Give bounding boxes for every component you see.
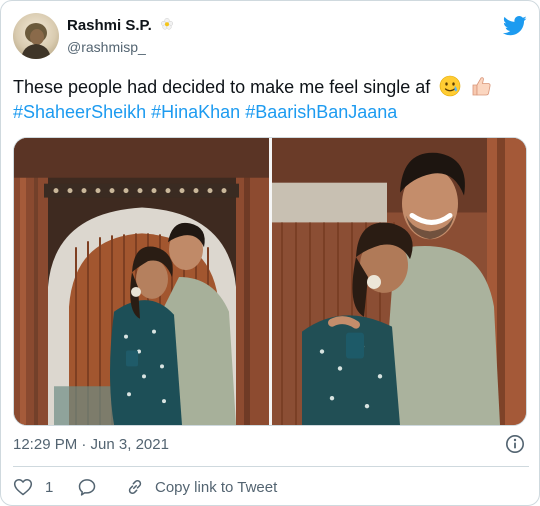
link-icon [128,479,142,495]
avatar[interactable] [13,13,59,59]
heart-icon [13,479,33,496]
copy-link-label: Copy link to Tweet [155,478,278,496]
tweet-card: Rashmi S.P. @rashmisp_ These people had … [0,0,540,506]
hashtag-link[interactable]: #HinaKhan [151,102,240,122]
reply-icon [78,479,96,496]
tweet-photo[interactable] [14,138,269,425]
crying-smile-emoji [439,75,461,103]
reply-button[interactable] [77,477,97,497]
tweet-actions: 1 Copy link to Tweet [13,477,529,499]
twitter-bird-icon[interactable] [503,16,527,36]
hashtag-link[interactable]: #ShaheerSheikh [13,102,146,122]
flower-icon [160,17,174,35]
author-name[interactable]: Rashmi S.P. [67,17,174,35]
like-button[interactable]: 1 [13,477,53,497]
author-name-text: Rashmi S.P. [67,17,152,34]
tweet-text-content: These people had decided to make me feel… [13,77,431,97]
media-grid [13,137,527,426]
thumbs-up-emoji [470,75,492,103]
tweet-photo[interactable] [272,138,527,425]
hashtag-line: #ShaheerSheikh #HinaKhan #BaarishBanJaana [13,100,529,124]
copy-link-button[interactable]: Copy link to Tweet [125,477,277,497]
avatar-image [21,23,51,59]
info-icon[interactable] [505,434,525,454]
divider [13,466,529,467]
tweet-text: These people had decided to make me feel… [13,75,529,103]
tweet-timestamp[interactable]: 12:29 PM · Jun 3, 2021 [13,436,169,453]
hashtag-link[interactable]: #BaarishBanJaana [245,102,397,122]
author-handle[interactable]: @rashmisp_ [67,39,146,55]
like-count: 1 [45,478,54,496]
